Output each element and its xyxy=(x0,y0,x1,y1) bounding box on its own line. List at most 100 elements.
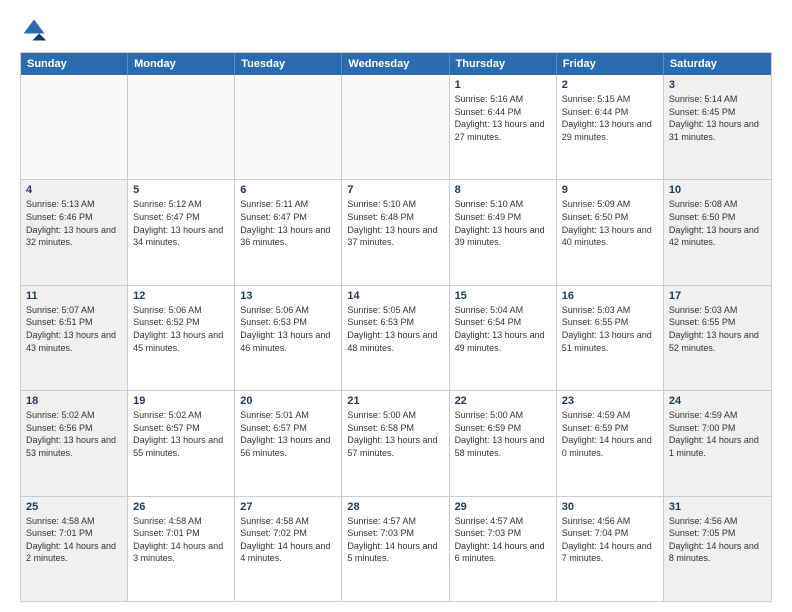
calendar-cell: 20Sunrise: 5:01 AMSunset: 6:57 PMDayligh… xyxy=(235,391,342,495)
calendar-header: SundayMondayTuesdayWednesdayThursdayFrid… xyxy=(21,53,771,75)
calendar-row-2: 11 Sunrise: 5:07 AMSunset: 6:51 PMDayligh… xyxy=(21,286,771,391)
calendar-cell: 30 Sunrise: 4:56 AMSunset: 7:04 PMDayligh… xyxy=(557,497,664,601)
calendar-cell: 16 Sunrise: 5:03 AMSunset: 6:55 PMDayligh… xyxy=(557,286,664,390)
day-number: 3 xyxy=(669,79,766,91)
calendar-cell: 11 Sunrise: 5:07 AMSunset: 6:51 PMDayligh… xyxy=(21,286,128,390)
cell-info: Sunrise: 4:57 AMSunset: 7:03 PMDaylight:… xyxy=(455,515,551,565)
cell-info: Sunrise: 5:03 AMSunset: 6:55 PMDaylight:… xyxy=(562,304,658,354)
cell-info: Sunrise: 5:10 AMSunset: 6:48 PMDaylight:… xyxy=(347,198,443,248)
cell-info: Sunrise: 4:58 AMSunset: 7:01 PMDaylight:… xyxy=(26,515,122,565)
calendar-row-4: 25 Sunrise: 4:58 AMSunset: 7:01 PMDayligh… xyxy=(21,497,771,601)
day-number: 13 xyxy=(240,290,336,302)
day-number: 2 xyxy=(562,79,658,91)
cell-info: Sunrise: 4:56 AMSunset: 7:04 PMDaylight:… xyxy=(562,515,658,565)
day-number: 12 xyxy=(133,290,229,302)
cell-info: Sunrise: 5:02 AMSunset: 6:56 PMDaylight:… xyxy=(26,409,122,459)
day-number: 6 xyxy=(240,184,336,196)
calendar-body: 1 Sunrise: 5:16 AMSunset: 6:44 PMDaylight… xyxy=(21,75,771,601)
calendar-cell: 8 Sunrise: 5:10 AMSunset: 6:49 PMDaylight… xyxy=(450,180,557,284)
day-number: 16 xyxy=(562,290,658,302)
calendar-cell: 22Sunrise: 5:00 AMSunset: 6:59 PMDayligh… xyxy=(450,391,557,495)
calendar-cell: 13 Sunrise: 5:06 AMSunset: 6:53 PMDayligh… xyxy=(235,286,342,390)
calendar-cell: 23 Sunrise: 4:59 AMSunset: 6:59 PMDayligh… xyxy=(557,391,664,495)
day-number: 27 xyxy=(240,501,336,513)
calendar-cell xyxy=(21,75,128,179)
logo-icon xyxy=(20,16,48,44)
calendar-cell: 18Sunrise: 5:02 AMSunset: 6:56 PMDayligh… xyxy=(21,391,128,495)
cell-info: Sunrise: 5:04 AMSunset: 6:54 PMDaylight:… xyxy=(455,304,551,354)
day-number: 9 xyxy=(562,184,658,196)
calendar-row-0: 1 Sunrise: 5:16 AMSunset: 6:44 PMDaylight… xyxy=(21,75,771,180)
calendar: SundayMondayTuesdayWednesdayThursdayFrid… xyxy=(20,52,772,602)
calendar-cell: 26 Sunrise: 4:58 AMSunset: 7:01 PMDayligh… xyxy=(128,497,235,601)
day-number: 4 xyxy=(26,184,122,196)
day-number: 31 xyxy=(669,501,766,513)
cell-info: Sunrise: 5:10 AMSunset: 6:49 PMDaylight:… xyxy=(455,198,551,248)
calendar-cell: 28 Sunrise: 4:57 AMSunset: 7:03 PMDayligh… xyxy=(342,497,449,601)
logo xyxy=(20,16,52,44)
cell-info: Sunrise: 5:16 AMSunset: 6:44 PMDaylight:… xyxy=(455,93,551,143)
day-number: 30 xyxy=(562,501,658,513)
day-number: 26 xyxy=(133,501,229,513)
calendar-cell: 27 Sunrise: 4:58 AMSunset: 7:02 PMDayligh… xyxy=(235,497,342,601)
day-number: 25 xyxy=(26,501,122,513)
day-number: 19 xyxy=(133,395,229,407)
day-number: 14 xyxy=(347,290,443,302)
day-number: 7 xyxy=(347,184,443,196)
calendar-cell: 29Sunrise: 4:57 AMSunset: 7:03 PMDayligh… xyxy=(450,497,557,601)
calendar-cell: 5 Sunrise: 5:12 AMSunset: 6:47 PMDaylight… xyxy=(128,180,235,284)
cell-info: Sunrise: 4:58 AMSunset: 7:01 PMDaylight:… xyxy=(133,515,229,565)
cell-info: Sunrise: 5:02 AMSunset: 6:57 PMDaylight:… xyxy=(133,409,229,459)
day-header-thursday: Thursday xyxy=(450,53,557,75)
cell-info: Sunrise: 5:12 AMSunset: 6:47 PMDaylight:… xyxy=(133,198,229,248)
day-header-tuesday: Tuesday xyxy=(235,53,342,75)
cell-info: Sunrise: 5:13 AMSunset: 6:46 PMDaylight:… xyxy=(26,198,122,248)
cell-info: Sunrise: 4:57 AMSunset: 7:03 PMDaylight:… xyxy=(347,515,443,565)
calendar-cell: 4 Sunrise: 5:13 AMSunset: 6:46 PMDaylight… xyxy=(21,180,128,284)
day-number: 8 xyxy=(455,184,551,196)
day-number: 1 xyxy=(455,79,551,91)
cell-info: Sunrise: 5:00 AMSunset: 6:59 PMDaylight:… xyxy=(455,409,551,459)
cell-info: Sunrise: 4:59 AMSunset: 6:59 PMDaylight:… xyxy=(562,409,658,459)
calendar-cell: 19 Sunrise: 5:02 AMSunset: 6:57 PMDayligh… xyxy=(128,391,235,495)
day-header-friday: Friday xyxy=(557,53,664,75)
day-number: 28 xyxy=(347,501,443,513)
calendar-cell: 10 Sunrise: 5:08 AMSunset: 6:50 PMDayligh… xyxy=(664,180,771,284)
calendar-cell: 3 Sunrise: 5:14 AMSunset: 6:45 PMDaylight… xyxy=(664,75,771,179)
calendar-row-1: 4 Sunrise: 5:13 AMSunset: 6:46 PMDaylight… xyxy=(21,180,771,285)
day-number: 24 xyxy=(669,395,766,407)
cell-info: Sunrise: 5:07 AMSunset: 6:51 PMDaylight:… xyxy=(26,304,122,354)
calendar-cell: 21Sunrise: 5:00 AMSunset: 6:58 PMDayligh… xyxy=(342,391,449,495)
calendar-cell: 9 Sunrise: 5:09 AMSunset: 6:50 PMDaylight… xyxy=(557,180,664,284)
cell-info: Sunrise: 4:56 AMSunset: 7:05 PMDaylight:… xyxy=(669,515,766,565)
calendar-cell: 14Sunrise: 5:05 AMSunset: 6:53 PMDayligh… xyxy=(342,286,449,390)
day-number: 5 xyxy=(133,184,229,196)
cell-info: Sunrise: 5:03 AMSunset: 6:55 PMDaylight:… xyxy=(669,304,766,354)
calendar-cell: 1 Sunrise: 5:16 AMSunset: 6:44 PMDaylight… xyxy=(450,75,557,179)
calendar-cell: 17Sunrise: 5:03 AMSunset: 6:55 PMDayligh… xyxy=(664,286,771,390)
calendar-cell: 24 Sunrise: 4:59 AMSunset: 7:00 PMDayligh… xyxy=(664,391,771,495)
calendar-cell: 6 Sunrise: 5:11 AMSunset: 6:47 PMDaylight… xyxy=(235,180,342,284)
calendar-cell xyxy=(342,75,449,179)
calendar-cell: 25 Sunrise: 4:58 AMSunset: 7:01 PMDayligh… xyxy=(21,497,128,601)
cell-info: Sunrise: 5:08 AMSunset: 6:50 PMDaylight:… xyxy=(669,198,766,248)
calendar-cell: 15Sunrise: 5:04 AMSunset: 6:54 PMDayligh… xyxy=(450,286,557,390)
day-number: 10 xyxy=(669,184,766,196)
calendar-cell xyxy=(235,75,342,179)
day-number: 11 xyxy=(26,290,122,302)
cell-info: Sunrise: 5:09 AMSunset: 6:50 PMDaylight:… xyxy=(562,198,658,248)
cell-info: Sunrise: 5:06 AMSunset: 6:53 PMDaylight:… xyxy=(240,304,336,354)
day-header-sunday: Sunday xyxy=(21,53,128,75)
cell-info: Sunrise: 5:15 AMSunset: 6:44 PMDaylight:… xyxy=(562,93,658,143)
day-header-wednesday: Wednesday xyxy=(342,53,449,75)
day-number: 23 xyxy=(562,395,658,407)
cell-info: Sunrise: 4:59 AMSunset: 7:00 PMDaylight:… xyxy=(669,409,766,459)
cell-info: Sunrise: 5:11 AMSunset: 6:47 PMDaylight:… xyxy=(240,198,336,248)
cell-info: Sunrise: 4:58 AMSunset: 7:02 PMDaylight:… xyxy=(240,515,336,565)
cell-info: Sunrise: 5:06 AMSunset: 6:52 PMDaylight:… xyxy=(133,304,229,354)
cell-info: Sunrise: 5:14 AMSunset: 6:45 PMDaylight:… xyxy=(669,93,766,143)
cell-info: Sunrise: 5:01 AMSunset: 6:57 PMDaylight:… xyxy=(240,409,336,459)
calendar-cell: 2 Sunrise: 5:15 AMSunset: 6:44 PMDaylight… xyxy=(557,75,664,179)
header xyxy=(20,16,772,44)
calendar-cell: 7 Sunrise: 5:10 AMSunset: 6:48 PMDaylight… xyxy=(342,180,449,284)
